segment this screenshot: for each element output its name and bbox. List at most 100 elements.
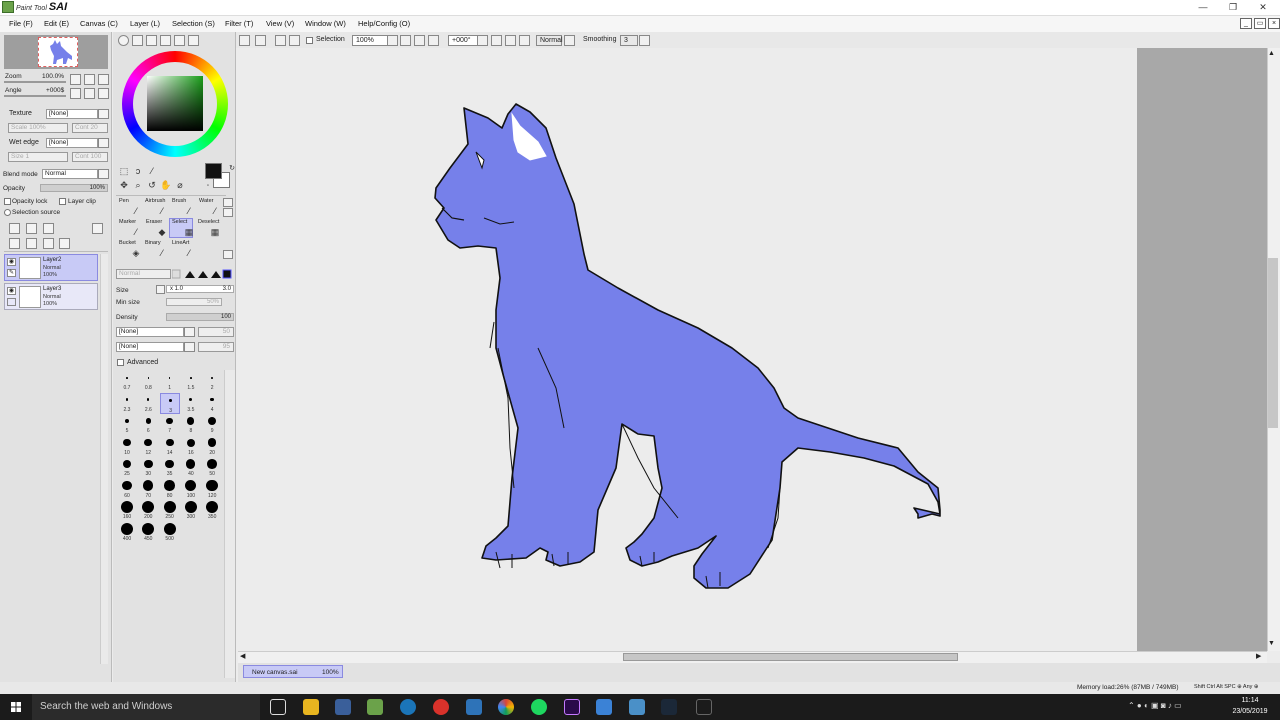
- brush-size-preset[interactable]: 100: [181, 479, 201, 500]
- brush-size-preset[interactable]: 300: [181, 500, 201, 521]
- menu-file[interactable]: File (F): [9, 19, 33, 28]
- wet-edge-select[interactable]: [None]: [46, 138, 98, 148]
- tool-scroll-mid[interactable]: [223, 208, 233, 217]
- steam-icon[interactable]: [400, 699, 416, 715]
- hand-tool-icon[interactable]: ✋: [160, 180, 172, 191]
- size-multiplier-toggle[interactable]: [156, 285, 165, 294]
- menu-canvas[interactable]: Canvas (C): [80, 19, 118, 28]
- wet-edge-dropdown[interactable]: [98, 138, 109, 148]
- flip-button[interactable]: [519, 35, 530, 46]
- hsv-slider-mode-icon[interactable]: [146, 35, 157, 46]
- horizontal-scroll-thumb[interactable]: [623, 653, 958, 661]
- tool-eraser-label[interactable]: Eraser: [146, 219, 162, 225]
- airbrush-icon[interactable]: ⁄: [156, 206, 168, 217]
- calculator-icon[interactable]: [596, 699, 612, 715]
- file-explorer-icon[interactable]: [303, 699, 319, 715]
- opacity-slider[interactable]: 100%: [40, 184, 108, 192]
- nav-zoom-reset-button[interactable]: [98, 74, 109, 85]
- brush-size-preset[interactable]: 250: [160, 500, 180, 521]
- spotify-icon[interactable]: [531, 699, 547, 715]
- deselect-brush-icon[interactable]: ▦: [209, 227, 221, 238]
- brush-shape-dropdown[interactable]: [184, 327, 195, 337]
- transparent-color-icon[interactable]: ▫: [202, 181, 214, 192]
- brush-size-preset[interactable]: 6: [138, 414, 158, 435]
- color-wheel-mode-icon[interactable]: [118, 35, 129, 46]
- brush-size-preset[interactable]: 7: [160, 414, 180, 435]
- zoom-slider[interactable]: [4, 81, 66, 83]
- brush-size-preset[interactable]: 0.7: [117, 371, 137, 392]
- binary-pen-icon[interactable]: ⁄: [156, 248, 168, 259]
- mail-icon[interactable]: [629, 699, 645, 715]
- selection-source-radio[interactable]: [4, 209, 11, 216]
- water-icon[interactable]: ⁄: [209, 206, 221, 217]
- layer-blend-dropdown[interactable]: [98, 169, 109, 179]
- task-view-icon[interactable]: [270, 699, 286, 715]
- network-app-icon[interactable]: [696, 699, 712, 715]
- menu-help[interactable]: Help/Config (O): [358, 19, 410, 28]
- media-app-icon[interactable]: [433, 699, 449, 715]
- clear-layer-icon[interactable]: [43, 238, 54, 249]
- move-icon[interactable]: ✥: [118, 180, 130, 191]
- merge-down-icon[interactable]: [26, 238, 37, 249]
- save-app-icon[interactable]: [335, 699, 351, 715]
- blend-mode-dropdown[interactable]: [564, 35, 575, 46]
- zoom-dropdown[interactable]: [387, 35, 398, 46]
- lineart-icon[interactable]: ⁄: [183, 248, 195, 259]
- new-linework-layer-icon[interactable]: [26, 223, 37, 234]
- tool-pen-label[interactable]: Pen: [119, 198, 129, 204]
- tool-marker-label[interactable]: Marker: [119, 219, 136, 225]
- foreground-color-swatch[interactable]: [205, 163, 222, 179]
- blend-mode-field[interactable]: Normal: [536, 35, 563, 46]
- scroll-right-arrow-icon[interactable]: ▶: [1256, 652, 1261, 660]
- brush-texture-dropdown[interactable]: [184, 342, 195, 352]
- steam-client-icon[interactable]: [661, 699, 677, 715]
- chrome-icon[interactable]: [498, 699, 514, 715]
- scroll-left-arrow-icon[interactable]: ◀: [240, 652, 245, 660]
- nav-rotate-right-button[interactable]: [84, 88, 95, 99]
- brush-size-preset[interactable]: 450: [138, 522, 158, 543]
- brush-size-preset[interactable]: 2.6: [138, 393, 158, 414]
- brush-size-preset[interactable]: 400: [117, 522, 137, 543]
- selection-checkbox[interactable]: [306, 37, 313, 44]
- nav-rotate-left-button[interactable]: [70, 88, 81, 99]
- smoothing-field[interactable]: 3: [620, 35, 638, 46]
- brush-shape-picker[interactable]: [171, 269, 232, 279]
- brush-size-preset[interactable]: 500: [160, 522, 180, 543]
- brush-size-preset[interactable]: 25: [117, 457, 137, 478]
- brush-size-preset[interactable]: 1.5: [181, 371, 201, 392]
- nav-zoom-in-button[interactable]: [84, 74, 95, 85]
- brush-size-preset[interactable]: 0.8: [138, 371, 158, 392]
- zoom-tool-icon[interactable]: ⌕: [132, 180, 144, 191]
- brush-size-preset[interactable]: 5: [117, 414, 137, 435]
- layer-scrollbar[interactable]: [100, 254, 108, 664]
- brush-size-preset[interactable]: 16: [181, 436, 201, 457]
- scratchpad-mode-icon[interactable]: [174, 35, 185, 46]
- lasso-select-icon[interactable]: ↄ: [132, 166, 144, 177]
- zoom-reset-button[interactable]: [428, 35, 439, 46]
- painttool-sai-taskbar-icon[interactable]: [367, 699, 383, 715]
- rotate-reset-button[interactable]: [505, 35, 516, 46]
- opacity-lock-checkbox[interactable]: [4, 198, 11, 205]
- brush-size-preset[interactable]: 8: [181, 414, 201, 435]
- layer-edit-empty-icon[interactable]: [7, 298, 16, 306]
- texture-select[interactable]: [None]: [46, 109, 98, 119]
- menu-filter[interactable]: Filter (T): [225, 19, 253, 28]
- zoom-out-button[interactable]: [400, 35, 411, 46]
- rotate-left-button[interactable]: [477, 35, 488, 46]
- deselect-button[interactable]: [275, 35, 286, 46]
- rotate-right-button[interactable]: [491, 35, 502, 46]
- menu-selection[interactable]: Selection (S): [172, 19, 215, 28]
- brush-size-preset[interactable]: 30: [138, 457, 158, 478]
- brush-size-preset[interactable]: 160: [117, 500, 137, 521]
- brush-size-preset[interactable]: 80: [160, 479, 180, 500]
- brush-size-preset[interactable]: 12: [138, 436, 158, 457]
- menu-window[interactable]: Window (W): [305, 19, 346, 28]
- brush-size-preset[interactable]: 1: [160, 371, 180, 392]
- tool-select-label[interactable]: Select: [172, 219, 187, 225]
- bucket-icon[interactable]: ◈: [130, 248, 142, 259]
- new-layer-icon[interactable]: [9, 223, 20, 234]
- zoom-field[interactable]: 100%: [352, 35, 388, 46]
- redo-button[interactable]: [255, 35, 266, 46]
- maximize-button[interactable]: ❐: [1218, 0, 1248, 16]
- brush-size-preset[interactable]: 4: [202, 393, 222, 414]
